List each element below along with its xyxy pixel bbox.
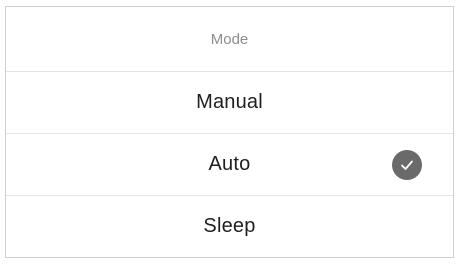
- checkmark-icon: [401, 160, 413, 170]
- dialog-title: Mode: [210, 30, 249, 48]
- option-auto[interactable]: Auto: [6, 134, 453, 196]
- option-sleep[interactable]: Sleep: [6, 196, 453, 257]
- option-label-manual: Manual: [196, 91, 263, 113]
- option-label-auto: Auto: [208, 153, 251, 175]
- option-label-sleep: Sleep: [203, 215, 256, 237]
- mode-dialog: Mode Manual Auto Sleep: [5, 6, 454, 258]
- check-circle-icon: [392, 149, 422, 180]
- option-manual[interactable]: Manual: [6, 72, 453, 134]
- dialog-header: Mode: [6, 7, 453, 72]
